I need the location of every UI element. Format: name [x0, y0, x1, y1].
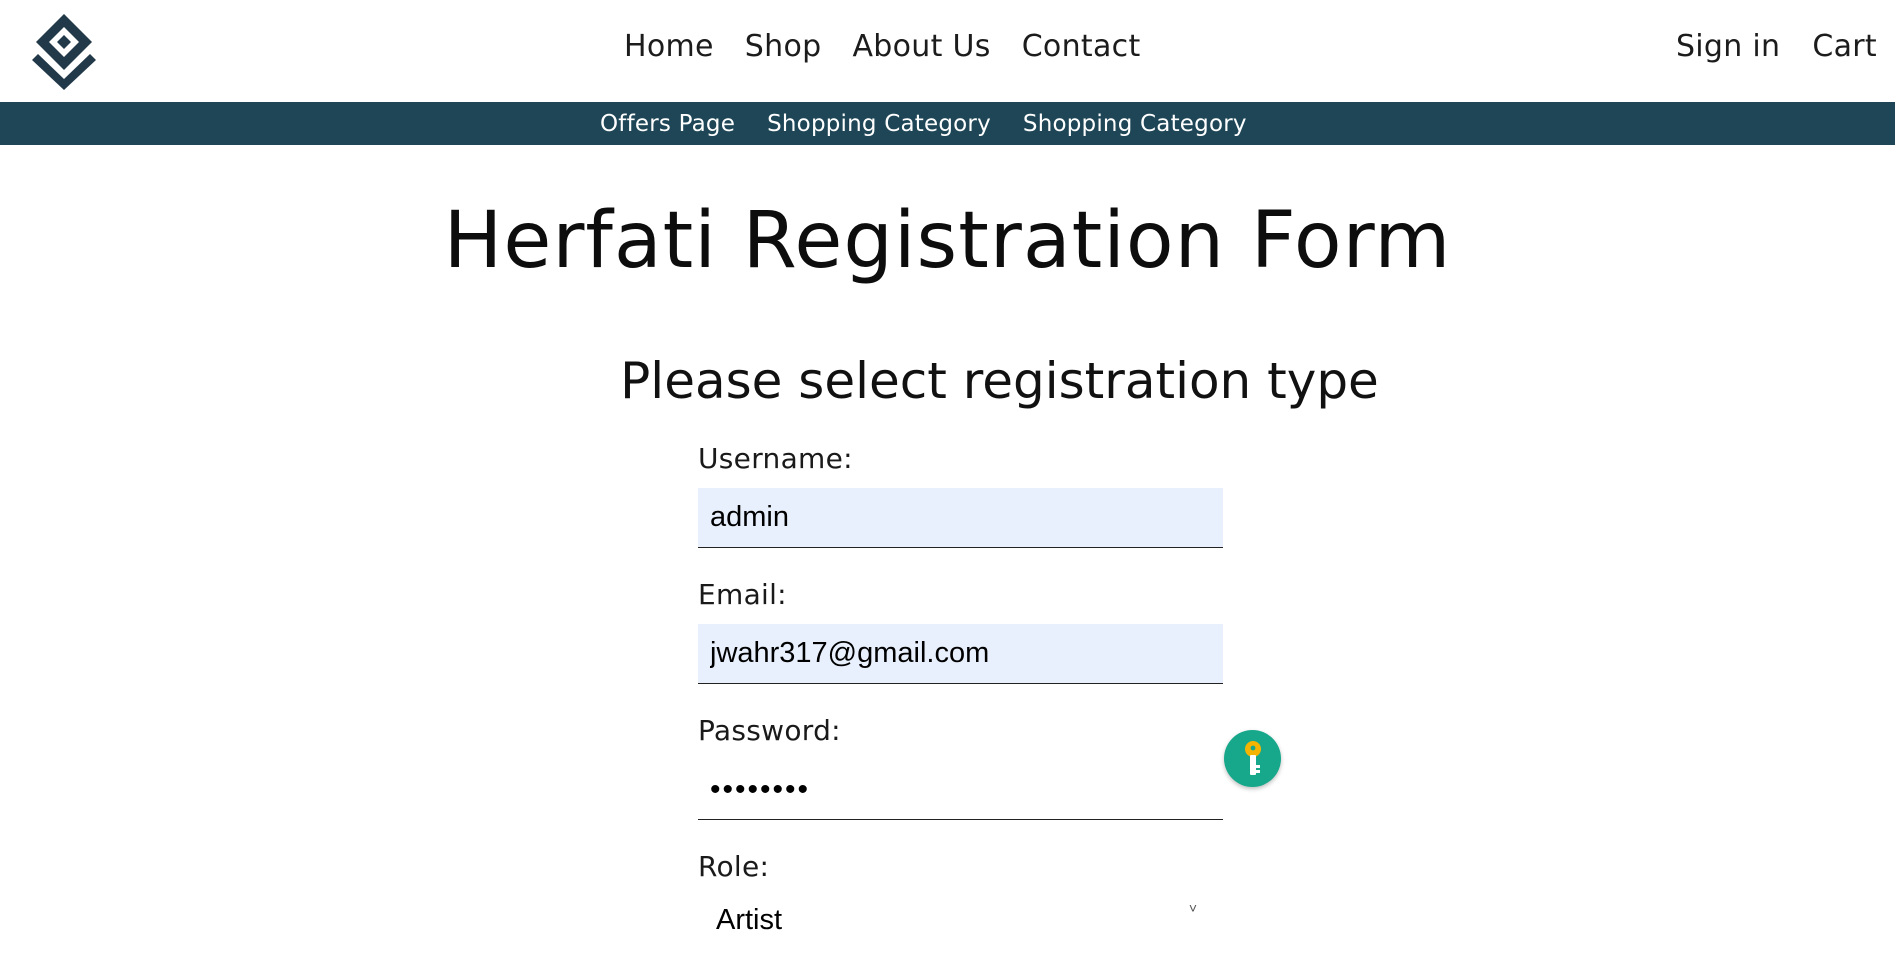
subnav-shopping-category-1[interactable]: Shopping Category: [767, 111, 991, 137]
username-input[interactable]: [698, 488, 1223, 548]
chevron-down-icon: ˅: [1188, 900, 1197, 916]
top-header: Home Shop About Us Contact Sign in Cart: [0, 0, 1895, 102]
sign-in-link[interactable]: Sign in: [1676, 29, 1780, 64]
page-subtitle: Please select registration type: [0, 352, 1895, 410]
role-label: Role:: [698, 850, 770, 883]
account-nav: Sign in Cart: [1676, 0, 1877, 92]
role-select[interactable]: Artist ˅: [698, 896, 1223, 956]
nav-shop[interactable]: Shop: [745, 29, 822, 64]
key-icon: [1244, 740, 1261, 775]
main-nav: Home Shop About Us Contact: [0, 0, 1895, 92]
nav-home[interactable]: Home: [624, 29, 714, 64]
nav-about-us[interactable]: About Us: [852, 29, 990, 64]
nav-contact[interactable]: Contact: [1022, 29, 1141, 64]
username-label: Username:: [698, 442, 853, 475]
subnav-offers-page[interactable]: Offers Page: [600, 111, 735, 137]
cart-link[interactable]: Cart: [1812, 29, 1877, 64]
subtitle-text: Please select registration type: [620, 352, 1379, 410]
subnav-shopping-category-2[interactable]: Shopping Category: [1023, 111, 1247, 137]
password-manager-key-button[interactable]: [1224, 730, 1281, 787]
password-input[interactable]: [698, 760, 1223, 820]
email-input[interactable]: [698, 624, 1223, 684]
category-bar: Offers Page Shopping Category Shopping C…: [0, 102, 1895, 145]
password-label: Password:: [698, 714, 841, 747]
role-selected-value: Artist: [716, 904, 783, 936]
page-title: Herfati Registration Form: [443, 196, 1452, 286]
email-label: Email:: [698, 578, 787, 611]
registration-form: Username: Email: Password: Role: Artist …: [698, 438, 1223, 956]
